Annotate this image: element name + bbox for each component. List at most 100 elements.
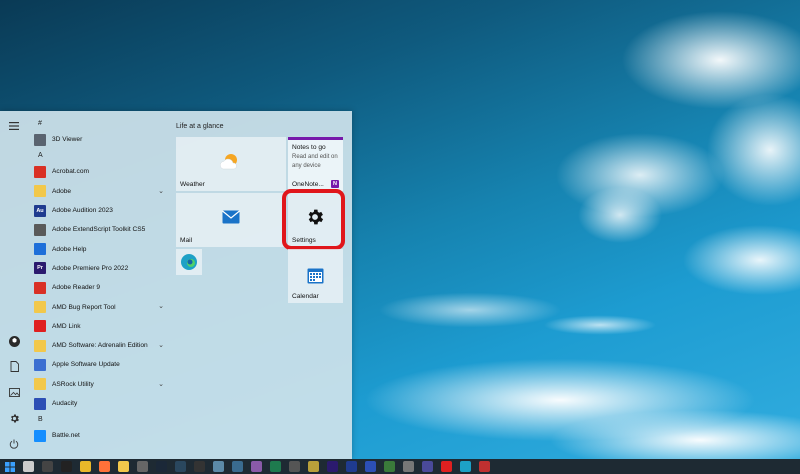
- app-label: Adobe: [52, 187, 72, 195]
- section-header: B: [38, 416, 43, 424]
- app-label: Audacity: [52, 400, 78, 407]
- onenote-tile-label: OneNote...: [292, 181, 324, 188]
- amd-link-icon: [34, 320, 46, 333]
- app-label: Apple Software Update: [52, 361, 120, 369]
- app-item[interactable]: Pr Adobe Premiere Pro 2022: [30, 259, 170, 278]
- app-label: AMD Software: Adrenalin Edition: [52, 342, 148, 350]
- firefox-icon[interactable]: [99, 461, 110, 472]
- mail-icon: [222, 210, 240, 226]
- chevron-down-icon[interactable]: ⌄: [158, 380, 164, 388]
- app-icon[interactable]: [403, 461, 414, 472]
- folder-item[interactable]: Adobe ⌄: [30, 182, 170, 201]
- power-icon[interactable]: [5, 435, 23, 453]
- section-header: A: [38, 152, 43, 160]
- app-label: 3D Viewer: [52, 136, 83, 144]
- app-icon[interactable]: [479, 461, 490, 472]
- chevron-down-icon[interactable]: ⌄: [158, 341, 164, 349]
- edge-icon[interactable]: [460, 461, 471, 472]
- calendar-icon: [307, 267, 324, 286]
- app-item[interactable]: Adobe ExtendScript Toolkit CS5: [30, 220, 170, 239]
- onenote-tile-description: Read and edit on any device: [292, 154, 338, 169]
- app-item[interactable]: AMD Link: [30, 317, 170, 336]
- mail-tile-label: Mail: [180, 237, 193, 244]
- app-label: Battle.net: [52, 432, 80, 440]
- app-label: Adobe Reader 9: [52, 284, 101, 292]
- mail-tile[interactable]: Mail: [176, 193, 286, 247]
- folder-icon: [34, 378, 46, 391]
- folder-icon: [34, 185, 46, 198]
- app-item[interactable]: 3D Viewer: [30, 130, 170, 149]
- tiles-group-header: Life at a glance: [176, 123, 224, 130]
- github-icon[interactable]: [194, 461, 205, 472]
- app-icon[interactable]: [422, 461, 433, 472]
- app-list: #3D Viewer A Acrobat.com Adobe ⌄ Au Adobe Audi…: [30, 117, 170, 445]
- extendscript-icon: [34, 223, 46, 236]
- folder-item[interactable]: AMD Bug Report Tool ⌄: [30, 297, 170, 316]
- app-item[interactable]: Battle.net: [30, 426, 170, 445]
- help-icon: [34, 243, 46, 256]
- start-icon[interactable]: [4, 461, 15, 472]
- edge-tile[interactable]: [176, 249, 202, 275]
- app-label: Adobe Premiere Pro 2022: [52, 264, 129, 272]
- taskbar: [0, 459, 800, 474]
- user-avatar-icon[interactable]: [5, 332, 23, 350]
- section-header: #: [38, 120, 42, 127]
- folder-item[interactable]: AMD Software: Adrenalin Edition ⌄: [30, 336, 170, 355]
- chevron-down-icon[interactable]: ⌄: [158, 302, 164, 310]
- chrome-icon[interactable]: [80, 461, 91, 472]
- app-icon[interactable]: [289, 461, 300, 472]
- app-label: AMD Bug Report Tool: [52, 303, 116, 311]
- app-label: Adobe Help: [52, 245, 87, 253]
- app-item[interactable]: Audacity: [30, 394, 170, 413]
- apple-update-icon: [34, 358, 46, 371]
- settings-gear-icon[interactable]: [5, 409, 23, 427]
- app-icon[interactable]: [232, 461, 243, 472]
- app-item[interactable]: Apple Software Update: [30, 355, 170, 374]
- chevron-down-icon[interactable]: ⌄: [158, 187, 164, 195]
- steam-icon[interactable]: [156, 461, 167, 472]
- onenote-tile[interactable]: Notes to go Read and edit on any device …: [288, 137, 343, 191]
- app-item[interactable]: Acrobat.com: [30, 162, 170, 181]
- app-label: Adobe ExtendScript Toolkit CS5: [52, 226, 146, 234]
- cube-icon: [34, 133, 46, 146]
- app-icon[interactable]: [270, 461, 281, 472]
- task-view-icon[interactable]: [23, 461, 34, 472]
- amd-icon[interactable]: [441, 461, 452, 472]
- app-icon[interactable]: [251, 461, 262, 472]
- hamburger-menu-icon[interactable]: [5, 117, 23, 135]
- start-rail: [0, 111, 28, 459]
- battlenet-icon: [34, 429, 46, 442]
- folder-item[interactable]: ASRock Utility ⌄: [30, 375, 170, 394]
- audition-icon[interactable]: [346, 461, 357, 472]
- app-icon[interactable]: [42, 461, 53, 472]
- weather-icon: [219, 153, 240, 173]
- acrobat-icon: [34, 165, 46, 178]
- audacity-icon[interactable]: [365, 461, 376, 472]
- terminal-icon[interactable]: [61, 461, 72, 472]
- app-label: ASRock Utility: [52, 380, 94, 388]
- app-item[interactable]: Adobe Help: [30, 239, 170, 258]
- onenote-tile-title: Notes to go: [292, 144, 326, 151]
- app-icon[interactable]: [137, 461, 148, 472]
- app-label: AMD Link: [52, 322, 81, 330]
- steam-icon[interactable]: [175, 461, 186, 472]
- file-explorer-icon[interactable]: [118, 461, 129, 472]
- pictures-icon[interactable]: [5, 383, 23, 401]
- app-item[interactable]: Adobe Reader 9: [30, 278, 170, 297]
- folder-icon: [34, 339, 46, 352]
- app-icon[interactable]: [213, 461, 224, 472]
- app-icon[interactable]: [308, 461, 319, 472]
- folder-icon: [34, 301, 46, 314]
- onenote-accent-bar: [288, 137, 343, 140]
- premiere-icon[interactable]: [327, 461, 338, 472]
- premiere-icon: Pr: [34, 262, 46, 275]
- weather-tile[interactable]: Weather: [176, 137, 286, 191]
- app-item[interactable]: Au Adobe Audition 2023: [30, 201, 170, 220]
- onenote-icon: N: [331, 180, 339, 188]
- app-icon[interactable]: [384, 461, 395, 472]
- calendar-tile-label: Calendar: [292, 293, 319, 300]
- documents-icon[interactable]: [5, 357, 23, 375]
- calendar-tile[interactable]: Calendar: [288, 249, 343, 303]
- audacity-icon: [34, 397, 46, 410]
- start-menu: #3D Viewer A Acrobat.com Adobe ⌄ Au Adobe Audi…: [0, 111, 352, 459]
